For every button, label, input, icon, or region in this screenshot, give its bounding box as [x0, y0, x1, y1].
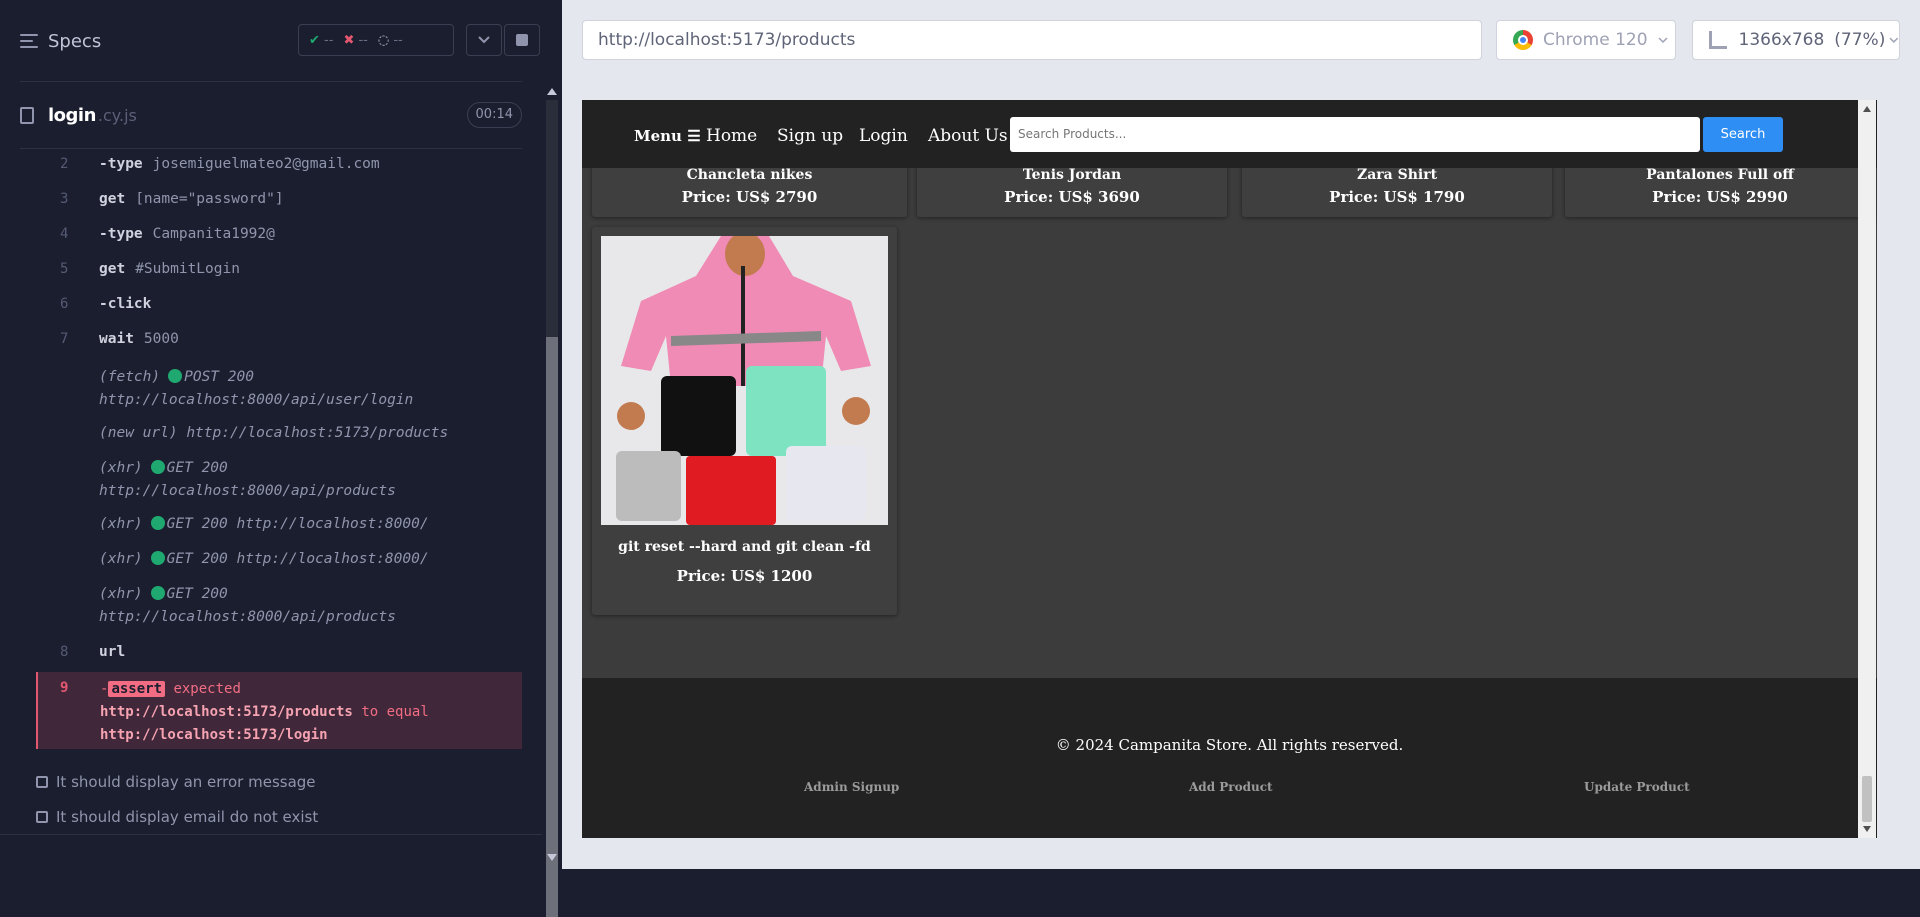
test-stats: ✔ -- ✖ -- ◌ -- — [298, 24, 454, 56]
footer-link-admin-signup[interactable]: Admin Signup — [804, 780, 899, 794]
nav-login[interactable]: Login — [859, 126, 908, 146]
status-dot-icon — [150, 586, 165, 600]
scroll-down-icon[interactable] — [1863, 826, 1871, 832]
app-iframe: Chancleta nikes Price: US$ 2790 Tenis Jo… — [582, 100, 1877, 838]
footer-link-add-product[interactable]: Add Product — [1189, 780, 1273, 794]
status-dot-icon — [168, 369, 183, 383]
url-bar[interactable]: http://localhost:5173/products — [582, 20, 1482, 60]
scroll-up-icon[interactable] — [547, 88, 557, 95]
pending-test-icon — [36, 776, 48, 788]
viewport-icon — [1709, 31, 1727, 49]
search-button[interactable]: Search — [1703, 117, 1783, 152]
chevron-down-icon — [1658, 36, 1668, 43]
cross-icon: ✖ — [343, 32, 355, 48]
scroll-up-icon[interactable] — [1863, 106, 1871, 112]
pending-test[interactable]: It should display an error message — [36, 773, 316, 791]
menu-button[interactable]: Menu ☰ — [634, 127, 701, 145]
app-footer: © 2024 Campanita Store. All rights reser… — [582, 678, 1877, 838]
specs-title[interactable]: Specs — [48, 31, 101, 52]
stop-button[interactable] — [504, 24, 540, 56]
nav-about[interactable]: About Us — [928, 126, 1008, 146]
status-dot-icon — [150, 516, 165, 530]
divider — [0, 834, 542, 835]
request-log-row[interactable]: (fetch) POST 200 http://localhost:8000/api… — [36, 366, 522, 412]
expand-button[interactable] — [466, 24, 502, 56]
check-icon: ✔ — [309, 32, 320, 48]
app-under-test-panel: http://localhost:5173/products Chrome 12… — [562, 0, 1920, 869]
spec-duration: 00:14 — [466, 102, 522, 128]
hamburger-icon: ☰ — [687, 127, 701, 145]
test-runner-panel: Specs ✔ -- ✖ -- ◌ -- login .cy.js 00:14 … — [0, 0, 562, 917]
divider — [20, 81, 522, 82]
browser-selector[interactable]: Chrome 120 — [1496, 20, 1676, 60]
divider — [20, 148, 522, 149]
status-dot-icon — [150, 551, 165, 565]
copyright-text: © 2024 Campanita Store. All rights reser… — [1055, 736, 1404, 754]
failed-assertion[interactable]: 9 - assert expected http://localhost:5173… — [36, 672, 522, 749]
chrome-icon — [1513, 30, 1533, 50]
scroll-thumb[interactable] — [546, 337, 558, 917]
spec-name: login — [48, 104, 96, 126]
product-card[interactable]: git reset --hard and git clean -fd Price… — [592, 227, 897, 615]
chevron-down-icon — [478, 36, 490, 44]
spec-file-header[interactable]: login .cy.js 00:14 — [20, 98, 522, 132]
search-input[interactable]: Search Products... — [1010, 117, 1700, 152]
stop-icon — [516, 34, 528, 46]
specs-list-icon[interactable] — [20, 34, 38, 48]
pending-test[interactable]: It should display email do not exist — [36, 808, 318, 826]
failed-stat: ✖ -- — [343, 32, 368, 48]
assert-badge: assert — [108, 681, 166, 697]
nav-signup[interactable]: Sign up — [777, 126, 843, 146]
specs-header: Specs ✔ -- ✖ -- ◌ -- — [0, 0, 562, 82]
footer-link-update-product[interactable]: Update Product — [1584, 780, 1690, 794]
pending-stat: ◌ -- — [377, 32, 403, 48]
app-navbar: Menu ☰ Home Sign up Login About Us Searc… — [582, 100, 1877, 168]
status-dot-icon — [150, 460, 165, 474]
spinner-icon: ◌ — [377, 32, 390, 48]
viewport-selector[interactable]: 1366x768 (77%) — [1692, 20, 1900, 60]
passed-stat: ✔ -- — [309, 32, 334, 48]
pending-test-icon — [36, 811, 48, 823]
request-log-row[interactable]: (xhr) GET 200 http://localhost:8000/api/pr… — [36, 583, 522, 629]
spec-ext: .cy.js — [97, 105, 137, 125]
app-scrollbar[interactable] — [1858, 100, 1876, 838]
nav-home[interactable]: Home — [706, 126, 757, 146]
scroll-thumb[interactable] — [1862, 776, 1872, 822]
scroll-down-icon[interactable] — [547, 854, 557, 861]
file-icon — [20, 106, 34, 124]
request-log-row[interactable]: (xhr) GET 200 http://localhost:8000/api/pr… — [36, 457, 522, 503]
product-image — [601, 236, 888, 525]
runner-scrollbar[interactable] — [542, 82, 562, 917]
chevron-down-icon — [1889, 37, 1899, 43]
